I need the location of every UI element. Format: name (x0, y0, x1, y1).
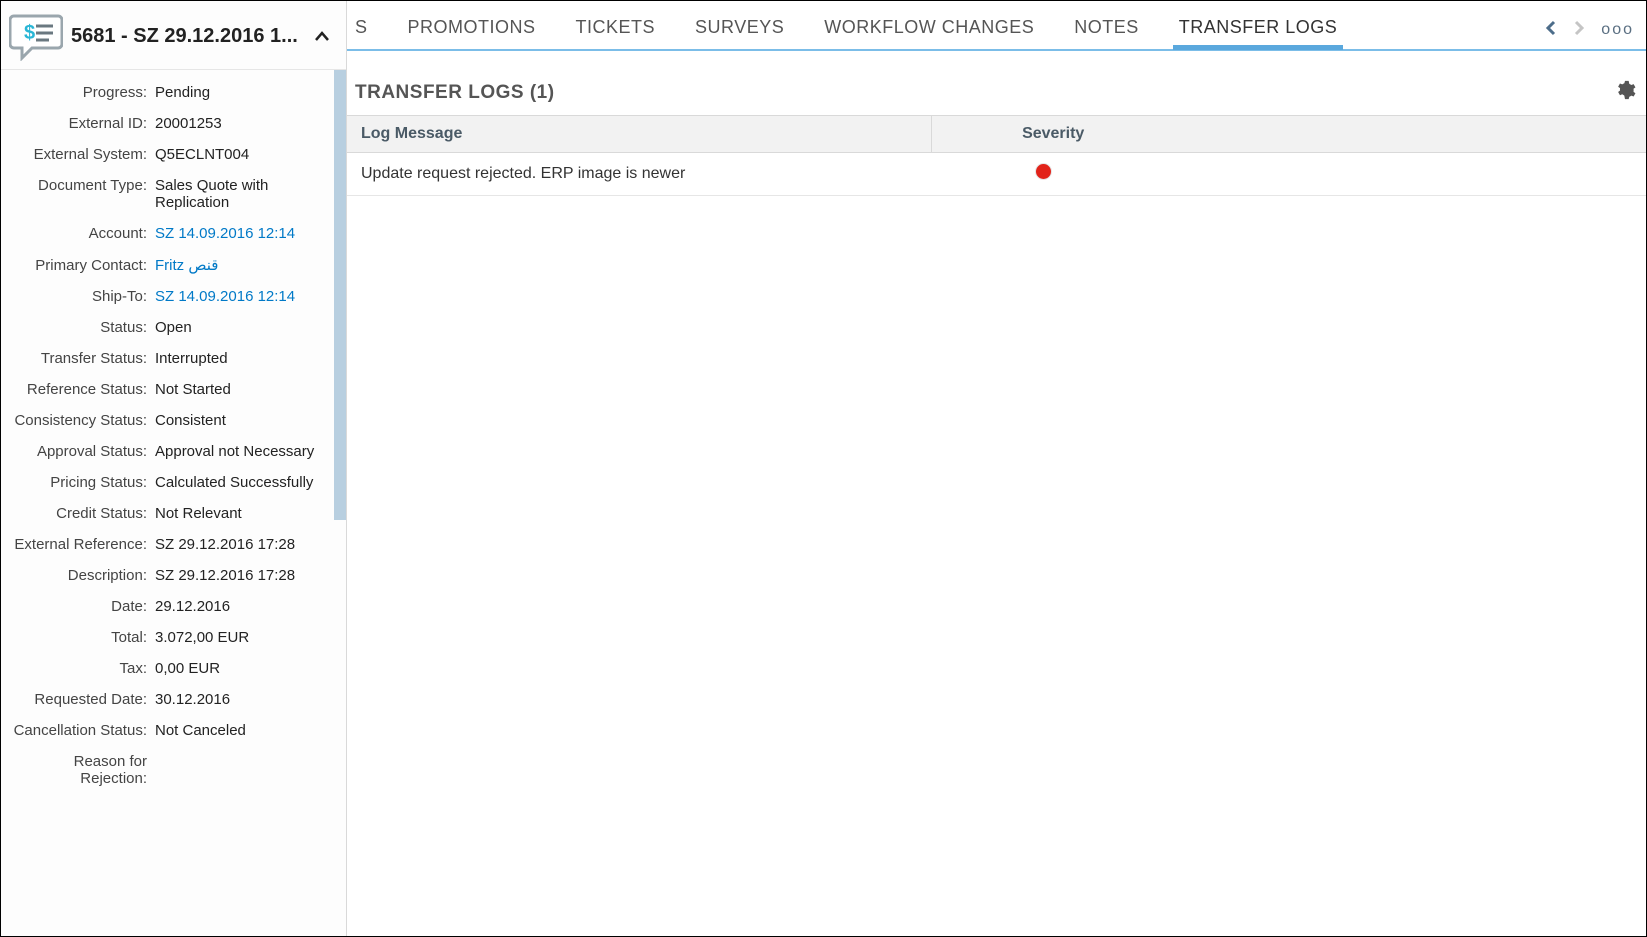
detail-label: Tax: (7, 660, 151, 677)
detail-label: Credit Status: (7, 505, 151, 522)
detail-label: Description: (7, 567, 151, 584)
tab-notes[interactable]: NOTES (1054, 13, 1159, 48)
cell-severity (932, 153, 1646, 196)
detail-value: Not Canceled (151, 722, 340, 739)
details-sidebar: $ 5681 - SZ 29.12.2016 1... Progress:Pen… (1, 1, 347, 936)
detail-row: Requested Date:30.12.2016 (7, 691, 340, 708)
tab-tickets[interactable]: TICKETS (556, 13, 676, 48)
detail-row: External System:Q5ECLNT004 (7, 146, 340, 163)
tab-promotions[interactable]: PROMOTIONS (388, 13, 556, 48)
detail-value: 0,00 EUR (151, 660, 340, 677)
detail-row: Approval Status:Approval not Necessary (7, 443, 340, 460)
detail-row: Reason for Rejection: (7, 753, 340, 787)
detail-label: Account: (7, 225, 151, 242)
detail-row: Pricing Status:Calculated Successfully (7, 474, 340, 491)
detail-row: External ID:20001253 (7, 115, 340, 132)
main-content: S PROMOTIONSTICKETSSURVEYSWORKFLOW CHANG… (347, 1, 1646, 936)
detail-row: Document Type:Sales Quote with Replicati… (7, 177, 340, 211)
detail-label: Cancellation Status: (7, 722, 151, 739)
overflow-menu-icon[interactable]: ooo (1597, 21, 1636, 39)
detail-row: Ship-To:SZ 14.09.2016 12:14 (7, 288, 340, 305)
tab-workflow-changes[interactable]: WORKFLOW CHANGES (804, 13, 1054, 48)
detail-label: Total: (7, 629, 151, 646)
detail-label: Transfer Status: (7, 350, 151, 367)
detail-value: Not Relevant (151, 505, 340, 522)
detail-row: Cancellation Status:Not Canceled (7, 722, 340, 739)
detail-row: External Reference:SZ 29.12.2016 17:28 (7, 536, 340, 553)
detail-label: Progress: (7, 84, 151, 101)
detail-value: Sales Quote with Replication (151, 177, 340, 211)
table-row[interactable]: Update request rejected. ERP image is ne… (347, 153, 1646, 196)
severity-error-icon (1036, 164, 1051, 179)
detail-value: Q5ECLNT004 (151, 146, 340, 163)
detail-label: Approval Status: (7, 443, 151, 460)
detail-label: External Reference: (7, 536, 151, 553)
sales-quote-icon: $ (9, 11, 63, 61)
detail-value: Pending (151, 84, 340, 101)
page-title: 5681 - SZ 29.12.2016 1... (71, 25, 310, 48)
detail-label: Date: (7, 598, 151, 615)
transfer-logs-table: Log Message Severity Update request reje… (347, 115, 1646, 196)
detail-row: Reference Status:Not Started (7, 381, 340, 398)
table-header-row: Log Message Severity (347, 116, 1646, 153)
detail-row: Account:SZ 14.09.2016 12:14 (7, 225, 340, 242)
svg-text:$: $ (24, 22, 35, 44)
collapse-toggle-icon[interactable] (310, 22, 334, 51)
detail-row: Transfer Status:Interrupted (7, 350, 340, 367)
scrollbar-thumb[interactable] (334, 70, 346, 520)
detail-row: Status:Open (7, 319, 340, 336)
detail-row: Date:29.12.2016 (7, 598, 340, 615)
col-log-message[interactable]: Log Message (347, 116, 932, 153)
detail-row: Consistency Status:Consistent (7, 412, 340, 429)
settings-gear-icon[interactable] (1614, 79, 1636, 107)
section-header: TRANSFER LOGS (1) (347, 51, 1646, 115)
detail-row: Progress:Pending (7, 84, 340, 101)
detail-label: Pricing Status: (7, 474, 151, 491)
detail-value-link[interactable]: SZ 14.09.2016 12:14 (151, 288, 340, 305)
detail-value: Calculated Successfully (151, 474, 340, 491)
detail-value: Consistent (151, 412, 340, 429)
detail-label: Status: (7, 319, 151, 336)
tab-nav: ooo (1541, 18, 1642, 43)
tab-surveys[interactable]: SURVEYS (675, 13, 804, 48)
tab-transfer-logs[interactable]: TRANSFER LOGS (1159, 13, 1358, 48)
detail-value: 3.072,00 EUR (151, 629, 340, 646)
detail-label: Requested Date: (7, 691, 151, 708)
tab-truncated[interactable]: S (351, 13, 388, 48)
detail-value: 30.12.2016 (151, 691, 340, 708)
details-panel: Progress:PendingExternal ID:20001253Exte… (1, 70, 346, 936)
detail-label: Ship-To: (7, 288, 151, 305)
sidebar-header: $ 5681 - SZ 29.12.2016 1... (1, 1, 346, 70)
detail-row: Tax:0,00 EUR (7, 660, 340, 677)
detail-row: Description:SZ 29.12.2016 17:28 (7, 567, 340, 584)
cell-log-message: Update request rejected. ERP image is ne… (347, 153, 932, 196)
detail-row: Total:3.072,00 EUR (7, 629, 340, 646)
detail-value: 20001253 (151, 115, 340, 132)
detail-label: External System: (7, 146, 151, 163)
detail-value: 29.12.2016 (151, 598, 340, 615)
detail-label: Primary Contact: (7, 257, 151, 274)
section-title: TRANSFER LOGS (1) (355, 82, 555, 104)
detail-label: Reference Status: (7, 381, 151, 398)
detail-value-link[interactable]: Fritz قنص (151, 256, 340, 274)
tab-next-icon (1569, 18, 1589, 43)
detail-label: External ID: (7, 115, 151, 132)
tab-bar: S PROMOTIONSTICKETSSURVEYSWORKFLOW CHANG… (347, 1, 1646, 51)
col-severity[interactable]: Severity (932, 116, 1646, 153)
tab-prev-icon[interactable] (1541, 18, 1561, 43)
detail-row: Credit Status:Not Relevant (7, 505, 340, 522)
detail-label: Consistency Status: (7, 412, 151, 429)
detail-value: Interrupted (151, 350, 340, 367)
detail-value: SZ 29.12.2016 17:28 (151, 536, 340, 553)
detail-value: Open (151, 319, 340, 336)
detail-row: Primary Contact:Fritz قنص (7, 256, 340, 274)
detail-value: SZ 29.12.2016 17:28 (151, 567, 340, 584)
detail-value: Approval not Necessary (151, 443, 340, 460)
detail-value: Not Started (151, 381, 340, 398)
detail-value-link[interactable]: SZ 14.09.2016 12:14 (151, 225, 340, 242)
detail-label: Document Type: (7, 177, 151, 194)
detail-label: Reason for Rejection: (7, 753, 151, 787)
